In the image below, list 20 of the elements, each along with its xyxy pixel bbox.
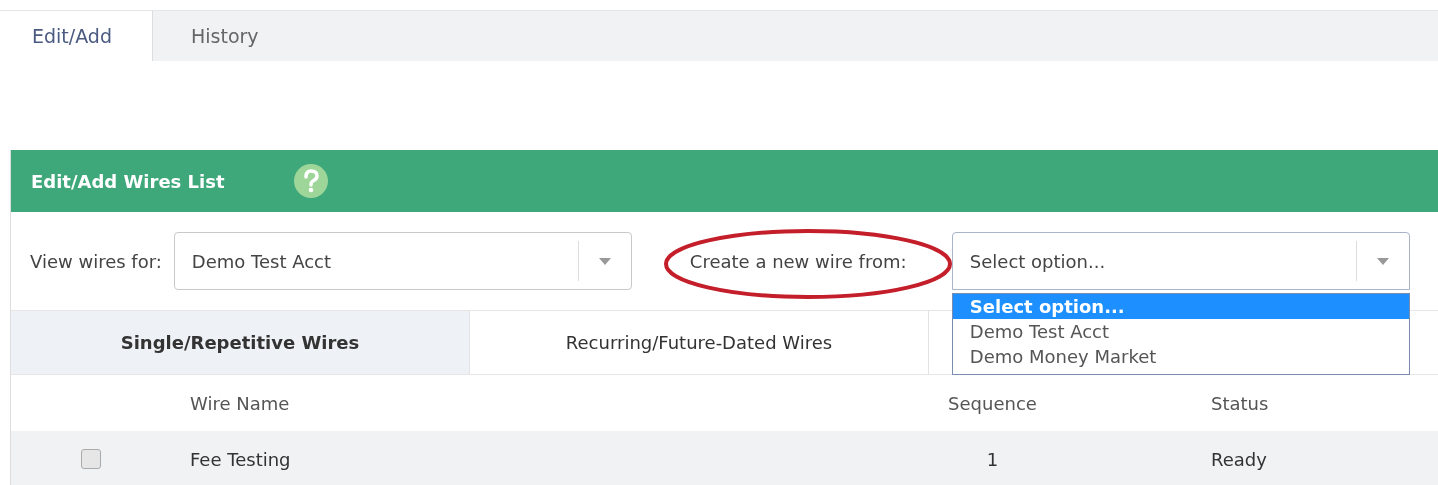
dropdown-option[interactable]: Demo Money Market bbox=[952, 344, 1409, 369]
view-wires-label: View wires for: bbox=[30, 250, 162, 272]
table-cell-text: 1 bbox=[985, 448, 1000, 470]
source-select[interactable]: Select option... bbox=[951, 232, 1410, 290]
panel-title: Edit/Add Wires List bbox=[31, 170, 225, 192]
wires-tab[interactable]: Single/Repetitive Wires bbox=[11, 311, 470, 374]
column-header: Wire Name bbox=[189, 392, 291, 414]
column-header: Sequence bbox=[947, 392, 1038, 414]
table-cell-text: Ready bbox=[1210, 448, 1268, 470]
create-wire-label: Create a new wire from: bbox=[689, 250, 907, 272]
caret-icon bbox=[598, 257, 611, 265]
page-tab[interactable]: History bbox=[153, 11, 297, 61]
caret-icon bbox=[1376, 257, 1389, 265]
column-header: Status bbox=[1210, 392, 1270, 414]
help-icon[interactable] bbox=[292, 163, 329, 199]
dropdown-option[interactable]: Demo Test Acct bbox=[952, 319, 1409, 344]
table-cell-text: Fee Testing bbox=[189, 448, 292, 470]
page-tab[interactable]: Edit/Add bbox=[0, 11, 153, 61]
account-select[interactable]: Demo Test Acct bbox=[173, 232, 632, 290]
row-checkbox[interactable] bbox=[80, 449, 101, 469]
